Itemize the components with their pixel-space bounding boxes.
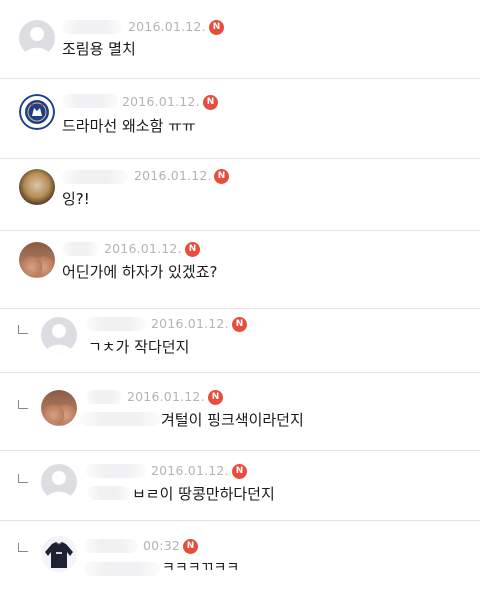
comment-text: ㅋㅋㅋㄲㅋㅋ [162, 560, 240, 576]
new-badge: N [203, 95, 218, 110]
comment-date: 2016.01.12. [128, 19, 206, 34]
photo-avatar-icon[interactable] [19, 242, 55, 278]
blurred-username [62, 242, 98, 256]
reply-item: 2016.01.12. N ㄱㅊ가 작다던지 [0, 308, 480, 372]
chelsea-crest-icon[interactable] [19, 94, 55, 130]
blurred-text [84, 562, 160, 576]
comment-item: 2016.01.12. N 어딘가에 하자가 있겠죠? [0, 230, 480, 308]
default-avatar-icon[interactable] [41, 317, 77, 353]
comment-text: 조림용 멸치 [62, 40, 136, 58]
comment-date: 2016.01.12. [127, 389, 205, 404]
new-badge: N [232, 317, 247, 332]
comment-item: 2016.01.12. N 잉?! [0, 158, 480, 230]
sweatshirt-avatar-icon[interactable] [41, 536, 77, 572]
photo-avatar-icon[interactable] [41, 390, 77, 426]
comment-date: 2016.01.12. [134, 168, 212, 183]
new-badge: N [208, 390, 223, 405]
blurred-username [62, 20, 122, 34]
blurred-text [88, 486, 130, 500]
blurred-text [80, 412, 160, 426]
blurred-username [86, 390, 122, 404]
comment-date: 2016.01.12. [151, 316, 229, 331]
photo-avatar-icon[interactable] [19, 169, 55, 205]
comment-date: 2016.01.12. [122, 94, 200, 109]
comment-text: 잉?! [62, 190, 90, 208]
default-avatar-icon[interactable] [41, 464, 77, 500]
reply-arrow-icon [18, 400, 28, 409]
comment-text: ㅂㄹ이 땅콩만하다던지 [132, 485, 275, 503]
reply-item: 2016.01.12. N ㅂㄹ이 땅콩만하다던지 [0, 450, 480, 520]
blurred-username [86, 464, 146, 478]
new-badge: N [183, 539, 198, 554]
blurred-username [62, 170, 128, 184]
new-badge: N [209, 20, 224, 35]
new-badge: N [185, 242, 200, 257]
comment-text: 겨털이 핑크색이라던지 [161, 411, 304, 429]
reply-arrow-icon [18, 474, 28, 483]
comment-text: 드라마선 왜소함 ㅠㅠ [62, 117, 196, 135]
comment-date: 2016.01.12. [104, 241, 182, 256]
default-avatar-icon[interactable] [19, 20, 55, 56]
new-badge: N [214, 169, 229, 184]
comment-text: 어딘가에 하자가 있겠죠? [62, 263, 218, 281]
blurred-username [62, 94, 118, 108]
reply-item: 00:32 N ㅋㅋㅋㄲㅋㅋ [0, 520, 480, 596]
blurred-username [84, 539, 138, 553]
new-badge: N [232, 464, 247, 479]
comment-item: 2016.01.12. N 조림용 멸치 [0, 0, 480, 78]
comment-text: ㄱㅊ가 작다던지 [88, 338, 190, 356]
comment-item: 2016.01.12. N 드라마선 왜소함 ㅠㅠ [0, 78, 480, 158]
reply-item: 2016.01.12. N 겨털이 핑크색이라던지 [0, 372, 480, 450]
blurred-username [86, 317, 146, 331]
comment-date: 2016.01.12. [151, 463, 229, 478]
reply-arrow-icon [18, 325, 28, 334]
comment-date: 00:32 [143, 538, 181, 553]
reply-arrow-icon [18, 543, 28, 552]
